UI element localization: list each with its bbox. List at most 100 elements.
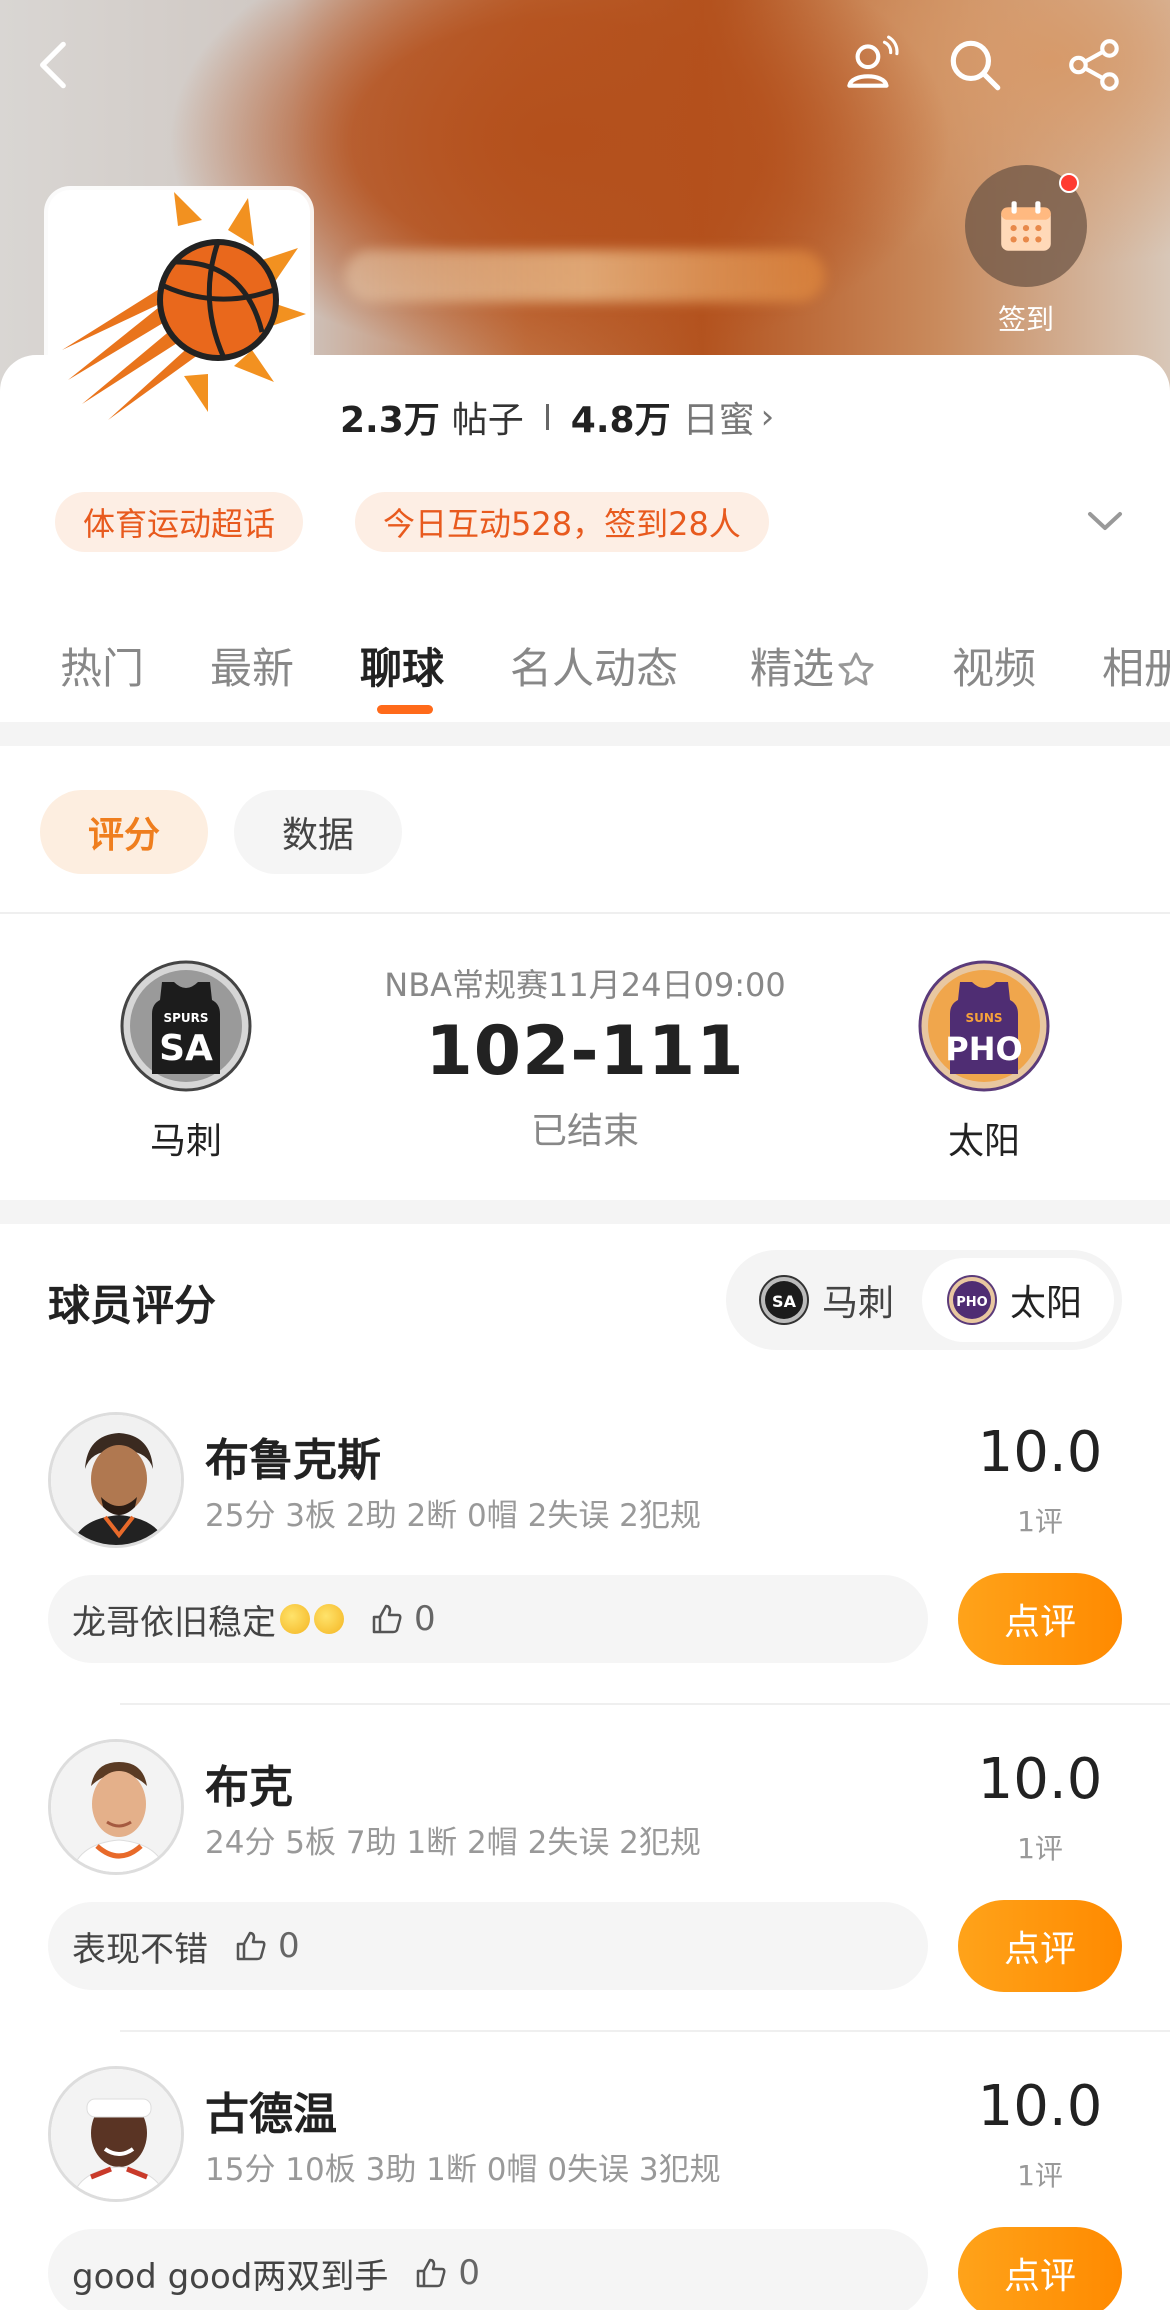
player-stats: 24分 5板 7助 1断 2帽 2失误 2犯规 (205, 1825, 701, 1861)
spurs-mini-logo-icon: SA (759, 1275, 809, 1325)
calendar-icon (1001, 201, 1051, 251)
comment-text: 龙哥依旧稳定 (72, 1602, 276, 1643)
emoji-icon (314, 1604, 344, 1634)
player-photo-icon (51, 1415, 181, 1545)
top-comment[interactable]: 表现不错 0 (48, 1902, 928, 1990)
game-status: 已结束 (530, 1111, 639, 1152)
category-tag[interactable]: 体育运动超话 (55, 492, 304, 552)
player-stats: 25分 3板 2助 2断 0帽 2失误 2犯规 (205, 1498, 701, 1534)
posts-label: 帖子 (451, 400, 524, 441)
game-score: 102-111 (425, 1012, 745, 1091)
suns-team-logo-icon: SUNS PHO (918, 960, 1050, 1092)
active-tab-indicator (377, 705, 433, 714)
toggle-suns-label: 太阳 (1010, 1283, 1083, 1324)
player-avatar[interactable] (48, 1412, 184, 1548)
player-score: 10.0 (977, 1420, 1103, 1485)
svg-text:PHO: PHO (945, 1030, 1022, 1068)
search-button[interactable] (940, 30, 1010, 100)
rate-button[interactable]: 点评 (958, 2227, 1122, 2310)
svg-text:SA: SA (772, 1292, 797, 1311)
rating-count: 1评 (1017, 1505, 1063, 1538)
members-link[interactable]: 日蜜 (683, 391, 755, 443)
ratings-title: 球员评分 (48, 1281, 217, 1330)
player-row: 布鲁克斯 25分 3板 2助 2断 0帽 2失误 2犯规 10.0 1评 龙哥依… (0, 1412, 1170, 1739)
section-divider (0, 722, 1170, 746)
like-button[interactable]: 0 (370, 1599, 436, 1639)
player-name: 布鲁克斯 (205, 1435, 381, 1486)
person-broadcast-icon (847, 35, 899, 88)
suns-mini-logo-icon: PHO (947, 1275, 997, 1325)
player-score: 10.0 (977, 2074, 1103, 2139)
comment-text: 表现不错 (72, 1929, 208, 1970)
section-divider (0, 912, 1170, 914)
tab-latest[interactable]: 最新 (210, 635, 294, 696)
svg-text:PHO: PHO (956, 1295, 987, 1310)
suns-logo-icon (62, 192, 306, 420)
chevron-down-icon[interactable] (1080, 500, 1130, 544)
game-meta: NBA常规赛11月24日09:00 (384, 966, 786, 1004)
row-divider (120, 1703, 1170, 1705)
section-divider (0, 1200, 1170, 1224)
activity-tag[interactable]: 今日互动528，签到28人 (355, 492, 769, 552)
user-profile-button[interactable] (835, 30, 905, 100)
row-divider (120, 2030, 1170, 2032)
tab-chat-ball[interactable]: 聊球 (360, 635, 444, 696)
checkin-label: 签到 (997, 303, 1054, 336)
tab-celebrity[interactable]: 名人动态 (510, 635, 678, 696)
members-count: 4.8万 (570, 400, 671, 441)
search-icon (950, 40, 1001, 91)
checkin-button[interactable] (965, 165, 1087, 287)
featured-badge-icon (838, 652, 874, 686)
tab-featured[interactable]: 精选 (750, 635, 876, 696)
comment-text: good good两双到手 (72, 2256, 389, 2297)
rating-count: 1评 (1017, 1832, 1063, 1865)
top-comment[interactable]: 龙哥依旧稳定 0 (48, 1575, 928, 1663)
like-button[interactable]: 0 (414, 2253, 480, 2293)
team-toggle: SA 马刺 PHO 太阳 (726, 1250, 1122, 1350)
tab-video[interactable]: 视频 (952, 635, 1036, 696)
thumbs-up-icon (372, 1604, 402, 1634)
player-photo-icon (51, 2069, 181, 2199)
svg-text:SA: SA (159, 1028, 213, 1069)
player-photo-icon (51, 1742, 181, 1872)
away-team-name: 太阳 (947, 1121, 1020, 1162)
stats-separator (545, 404, 549, 430)
rate-button[interactable]: 点评 (958, 1573, 1122, 1665)
thumbs-up-icon (417, 2258, 446, 2288)
rate-button[interactable]: 点评 (958, 1900, 1122, 1992)
chevron-left-icon (40, 41, 66, 89)
player-name: 古德温 (205, 2089, 337, 2140)
tab-bar: 热门 最新 聊球 名人动态 精选 视频 相册 (0, 625, 1170, 715)
segment-score[interactable]: 评分 (40, 790, 208, 874)
player-row: 布克 24分 5板 7助 1断 2帽 2失误 2犯规 10.0 1评 表现不错 … (0, 1739, 1170, 2066)
like-button[interactable]: 0 (234, 1926, 300, 1966)
like-count: 0 (278, 1926, 300, 1966)
thumbs-up-icon (236, 1931, 266, 1961)
notification-dot (1059, 173, 1079, 193)
toggle-suns[interactable]: PHO 太阳 (922, 1258, 1114, 1342)
share-icon (1069, 39, 1119, 91)
community-stats: 2.3万 帖子 4.8万 日蜜 › (340, 392, 774, 442)
back-button[interactable] (20, 30, 90, 100)
tab-featured-label: 精选 (750, 644, 835, 693)
tab-album[interactable]: 相册 (1102, 635, 1170, 696)
svg-text:SPURS: SPURS (163, 1011, 208, 1025)
tab-hot[interactable]: 热门 (60, 635, 144, 696)
player-stats: 15分 10板 3助 1断 0帽 0失误 3犯规 (205, 2152, 721, 2188)
player-row: 古德温 15分 10板 3助 1断 0帽 0失误 3犯规 10.0 1评 goo… (0, 2066, 1170, 2310)
segment-data[interactable]: 数据 (234, 790, 402, 874)
toggle-spurs[interactable]: SA 马刺 (734, 1258, 924, 1342)
player-avatar[interactable] (48, 2066, 184, 2202)
blurred-community-name (345, 250, 825, 302)
player-score: 10.0 (977, 1747, 1103, 1812)
chevron-right-icon: › (760, 397, 775, 437)
posts-count: 2.3万 (340, 400, 440, 441)
share-button[interactable] (1060, 30, 1130, 100)
svg-text:SUNS: SUNS (965, 1011, 1002, 1025)
player-avatar[interactable] (48, 1739, 184, 1875)
top-comment[interactable]: good good两双到手 0 (48, 2229, 928, 2310)
rating-count: 1评 (1017, 2159, 1063, 2192)
player-name: 布克 (205, 1762, 293, 1813)
community-logo (48, 190, 310, 430)
emoji-icon (280, 1604, 310, 1634)
